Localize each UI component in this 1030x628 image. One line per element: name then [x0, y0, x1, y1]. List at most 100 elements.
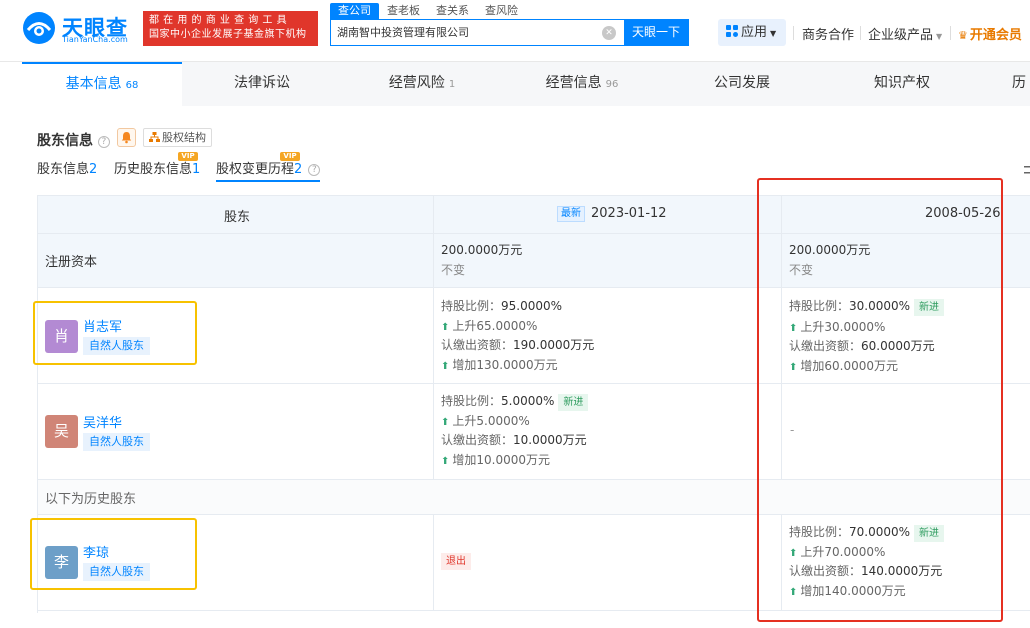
apps-label: 应用	[741, 25, 768, 40]
chevron-down-icon: ▼	[936, 32, 943, 41]
crown-icon: ♛	[958, 29, 968, 42]
apps-grid-icon	[726, 25, 738, 37]
ratio-value: 5.0000%	[501, 394, 555, 408]
change-cell-date1: 持股比例：5.0000% 新进 ⬆ 上升5.0000% 认缴出资额：10.0000万…	[434, 384, 782, 479]
banner-line-2: 国家中小企业发展子基金旗下机构	[149, 29, 307, 40]
ratio-change-line: ⬆ 上升5.0000%	[441, 412, 530, 429]
nav-enterprise-label: 企业级产品	[868, 28, 934, 43]
bell-shape	[121, 132, 132, 144]
apps-menu-button[interactable]: 应用 ▼	[718, 19, 786, 46]
tab-litigation[interactable]: 法律诉讼	[182, 62, 342, 106]
ratio-key: 持股比例：	[441, 299, 502, 313]
nav-divider	[793, 26, 794, 40]
amount-change: 增加130.0000万元	[452, 358, 558, 372]
more-options-icon[interactable]	[1022, 164, 1030, 176]
help-icon[interactable]: ?	[97, 136, 110, 148]
subtab-count: 2	[294, 162, 303, 177]
clear-icon[interactable]: ✕	[602, 26, 616, 40]
tab-label: 法律诉讼	[234, 75, 290, 91]
yellow-highlight-box	[33, 301, 197, 365]
tab-label: 历	[1012, 75, 1026, 91]
search-box: ✕ 天眼一下	[330, 19, 689, 46]
subtab-equity-change[interactable]: VIP 股权变更历程2 ?	[216, 152, 321, 182]
tab-basic-info[interactable]: 基本信息 68	[22, 62, 182, 106]
open-vip-link[interactable]: ♛ 开通会员	[958, 24, 1022, 43]
top-header: 天眼查 TianYanCha.com 都 在 用 的 商 业 查 询 工 具 国…	[0, 0, 1030, 62]
tab-business-risk[interactable]: 经营风险 1	[342, 62, 502, 106]
amount-change-line: ⬆ 增加10.0000万元	[441, 451, 550, 468]
shareholder-type-badge: 自然人股东	[83, 433, 150, 451]
history-shareholders-label: 以下为历史股东	[45, 492, 137, 507]
promo-banner[interactable]: 都 在 用 的 商 业 查 询 工 具 国家中小企业发展子基金旗下机构	[143, 11, 318, 46]
ratio-line: 持股比例：95.0000%	[441, 297, 562, 314]
search-tab-risk[interactable]: 查风险	[477, 3, 526, 19]
red-highlight-box	[757, 178, 1003, 622]
change-cell-date1: 持股比例：95.0000% ⬆ 上升65.0000% 认缴出资额：190.0000…	[434, 288, 782, 383]
tab-count: 68	[125, 80, 139, 91]
new-entry-badge: 新进	[558, 394, 589, 411]
tab-label: 基本信息	[65, 76, 122, 92]
tianyancha-logo[interactable]: 天眼查 TianYanCha.com	[22, 11, 140, 47]
bell-icon[interactable]	[117, 128, 136, 147]
vip-badge: VIP	[280, 152, 300, 161]
yellow-highlight-box	[30, 518, 197, 590]
subtab-shareholders[interactable]: 股东信息2	[37, 160, 97, 182]
ratio-change: 上升5.0000%	[452, 414, 530, 428]
arrow-up-icon: ⬆	[441, 456, 450, 467]
tab-label: 公司发展	[714, 75, 770, 91]
nav-business-link[interactable]: 商务合作	[802, 24, 854, 43]
avatar: 吴	[45, 415, 78, 448]
tab-count: 96	[605, 79, 619, 90]
ratio-key: 持股比例：	[441, 394, 502, 408]
tab-history[interactable]: 历	[1012, 62, 1030, 106]
search-input[interactable]	[337, 25, 597, 38]
amount-value: 10.0000万元	[513, 433, 587, 447]
logo-eye-icon	[23, 12, 55, 44]
amount-key: 认缴出资额：	[441, 338, 514, 352]
search-tab-company[interactable]: 查公司	[330, 3, 379, 19]
header-date1: 最新 2023-01-12	[557, 206, 667, 222]
arrow-up-icon: ⬆	[441, 361, 450, 372]
tab-label: 经营风险	[388, 75, 445, 91]
amount-change-line: ⬆ 增加130.0000万元	[441, 356, 558, 373]
search-tab-relation[interactable]: 查关系	[428, 3, 477, 19]
amount-line: 认缴出资额：190.0000万元	[441, 336, 594, 353]
tab-business-info[interactable]: 经营信息 96	[502, 62, 662, 106]
company-section-tabs: 基本信息 68 法律诉讼 经营风险 1 经营信息 96 公司发展 知识产权 历	[22, 62, 1030, 106]
tab-count: 1	[448, 79, 456, 90]
date1-text: 2023-01-12	[591, 206, 667, 221]
tab-label: 经营信息	[545, 75, 602, 91]
ratio-line: 持股比例：5.0000% 新进	[441, 392, 589, 411]
search-button[interactable]: 天眼一下	[624, 20, 688, 45]
shareholder-name-link[interactable]: 吴洋华	[83, 412, 122, 431]
equity-structure-button[interactable]: 股权结构	[143, 128, 212, 147]
capital1-cell: 200.0000万元 不变	[434, 234, 782, 287]
ratio-change-line: ⬆ 上升65.0000%	[441, 317, 537, 334]
subtab-count: 1	[192, 162, 201, 177]
capital-label-cell: 注册资本	[38, 234, 434, 287]
exit-badge: 退出	[441, 553, 471, 570]
subtab-label: 股东信息	[37, 162, 90, 177]
amount-line: 认缴出资额：10.0000万元	[441, 431, 587, 448]
open-vip-label: 开通会员	[969, 28, 1022, 43]
capital1-value: 200.0000万元	[441, 243, 523, 257]
section-title: 股东信息 ?	[37, 130, 110, 150]
change-cell-date1: 退出	[434, 515, 782, 610]
search-tab-boss[interactable]: 查老板	[379, 3, 428, 19]
amount-value: 190.0000万元	[513, 338, 595, 352]
nav-divider	[860, 26, 861, 40]
nav-enterprise-link[interactable]: 企业级产品 ▼	[868, 24, 942, 43]
subtab-history-shareholders[interactable]: VIP 历史股东信息1	[114, 152, 201, 182]
section-title-text: 股东信息	[37, 133, 93, 149]
arrow-up-icon: ⬆	[441, 417, 450, 428]
help-icon[interactable]: ?	[308, 164, 321, 176]
amount-key: 认缴出资额：	[441, 433, 514, 447]
capital1-change: 不变	[441, 263, 466, 277]
search-type-tabs: 查公司 查老板 查关系 查风险	[330, 3, 526, 19]
ratio-change: 上升65.0000%	[452, 319, 538, 333]
banner-line-1: 都 在 用 的 商 业 查 询 工 具	[149, 15, 288, 26]
logo-domain: TianYanCha.com	[62, 35, 128, 44]
tab-ip[interactable]: 知识产权	[822, 62, 982, 106]
arrow-up-icon: ⬆	[441, 322, 450, 333]
tab-development[interactable]: 公司发展	[662, 62, 822, 106]
